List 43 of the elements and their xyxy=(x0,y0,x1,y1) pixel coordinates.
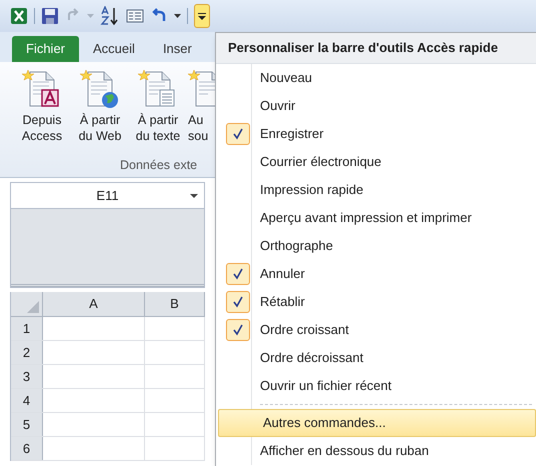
group-label: Données exte xyxy=(119,157,198,174)
menu-item[interactable]: Ordre décroissant xyxy=(216,344,536,372)
column-header[interactable]: B xyxy=(145,292,205,316)
row-header[interactable]: 1 xyxy=(11,317,43,340)
menu-item[interactable]: Courrier électronique xyxy=(216,148,536,176)
row-header[interactable]: 2 xyxy=(11,341,43,364)
caret-icon[interactable] xyxy=(174,14,181,18)
menu-item[interactable]: Ouvrir un fichier récent xyxy=(216,372,536,400)
ribbon-tab[interactable]: Inser xyxy=(148,36,206,62)
spreadsheet-logo-icon[interactable] xyxy=(10,7,28,25)
menu-item[interactable]: Rétablir xyxy=(216,288,536,316)
save-icon[interactable] xyxy=(41,7,59,25)
row-header[interactable]: 5 xyxy=(11,413,43,436)
ribbon-tab[interactable]: Accueil xyxy=(79,36,149,62)
menu-item[interactable]: Orthographe xyxy=(216,232,536,260)
document-icon xyxy=(22,68,62,108)
undo-icon[interactable] xyxy=(150,8,168,24)
sort-ascending-icon[interactable] xyxy=(100,6,120,26)
menu-item[interactable]: Ouvrir xyxy=(216,92,536,120)
triangle-icon xyxy=(27,301,39,313)
ribbon-button[interactable]: À partir du Web xyxy=(72,68,128,156)
menu-title: Personnaliser la barre d'outils Accès rapide xyxy=(216,33,536,64)
menu-item[interactable]: Autres commandes... xyxy=(218,409,536,437)
dropdown-arrow-icon xyxy=(190,194,198,198)
row-header[interactable]: 6 xyxy=(11,437,43,460)
column-header[interactable]: A xyxy=(43,292,145,316)
menu-item[interactable]: Ordre croissant xyxy=(216,316,536,344)
ribbon-button[interactable]: À partir du texte xyxy=(130,68,186,156)
menu-item[interactable]: Annuler xyxy=(216,260,536,288)
row-header[interactable]: 4 xyxy=(11,389,43,412)
menu-item[interactable]: Enregistrer xyxy=(216,120,536,148)
ribbon-button[interactable]: Au sou xyxy=(188,68,215,156)
caret-icon xyxy=(198,12,206,20)
menu-item[interactable]: Nouveau xyxy=(216,64,536,92)
ribbon-tab[interactable]: Fichier xyxy=(12,36,80,62)
menu-item[interactable]: Afficher en dessous du ruban xyxy=(216,437,536,465)
ribbon-button[interactable]: Depuis Access xyxy=(14,68,70,156)
customize-toolbar-button[interactable] xyxy=(194,4,210,28)
form-icon[interactable] xyxy=(126,8,144,24)
menu-item[interactable]: Aperçu avant impression et imprimer xyxy=(216,204,536,232)
row-header[interactable]: 3 xyxy=(11,365,43,388)
document-icon xyxy=(80,68,120,108)
menu-item[interactable]: Impression rapide xyxy=(216,176,536,204)
